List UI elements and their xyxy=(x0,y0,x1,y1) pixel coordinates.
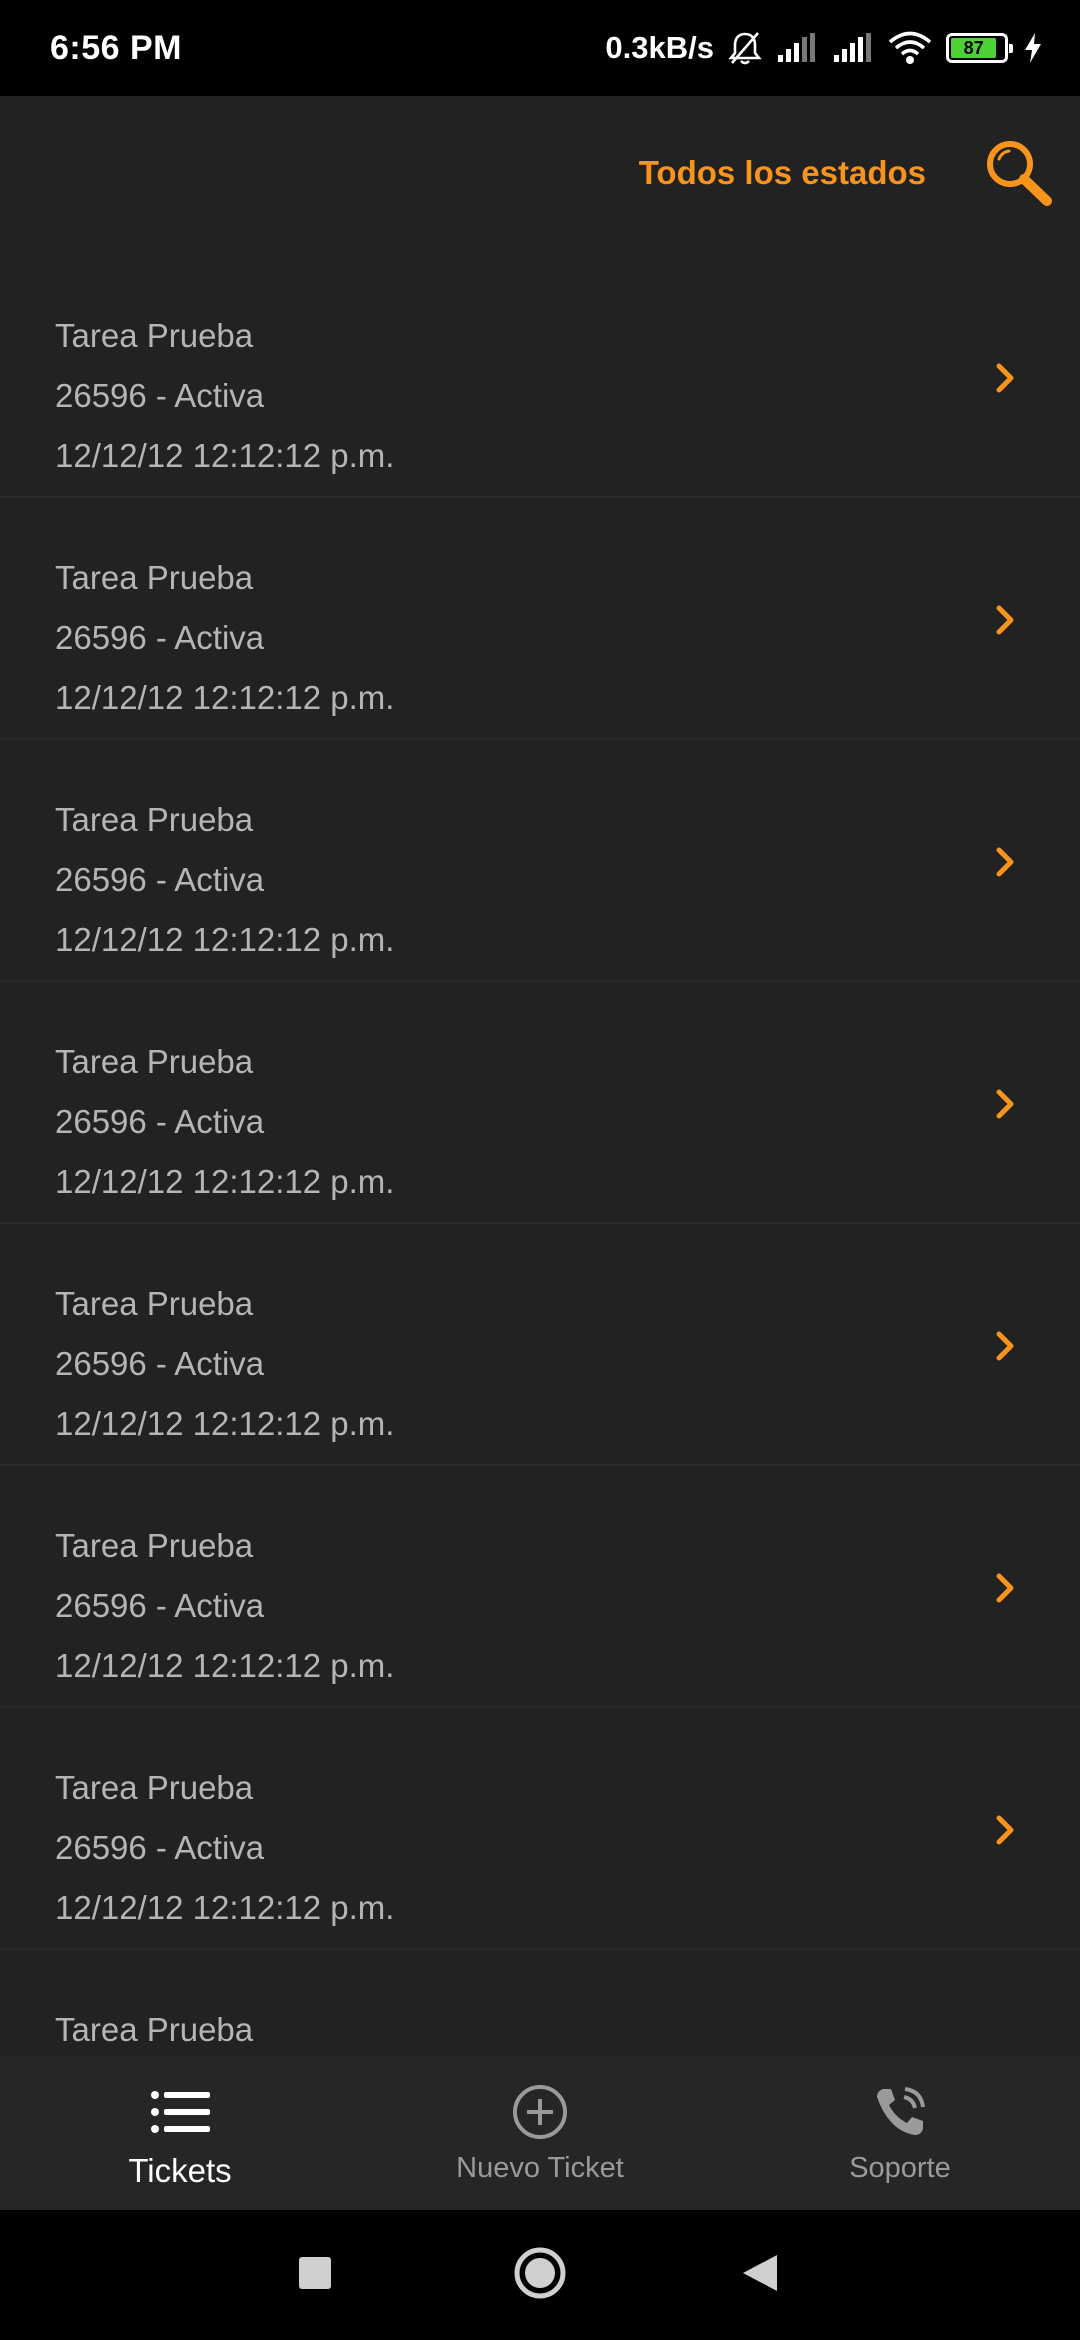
status-bar: 6:56 PM 0.3kB/s 87 xyxy=(0,0,1080,96)
chevron-right-icon xyxy=(996,1815,1014,1845)
ticket-id-status: 26596 - Activa xyxy=(55,619,265,656)
chevron-right-icon xyxy=(996,605,1014,635)
phone-call-icon xyxy=(868,2080,932,2144)
chevron-right-icon xyxy=(996,847,1014,877)
ticket-datetime: 12/12/12 12:12:12 p.m. xyxy=(55,1405,395,1442)
ticket-title: Tarea Prueba xyxy=(55,559,254,596)
recent-apps-button[interactable] xyxy=(255,2210,375,2340)
signal-icon xyxy=(832,33,874,63)
ticket-datetime: 12/12/12 12:12:12 p.m. xyxy=(55,437,395,474)
ticket-datetime: 12/12/12 12:12:12 p.m. xyxy=(55,921,395,958)
ticket-title: Tarea Prueba xyxy=(55,317,254,354)
ticket-id-status: 26596 - Activa xyxy=(55,1345,265,1382)
home-button[interactable] xyxy=(480,2210,600,2340)
ticket-datetime: 12/12/12 12:12:12 p.m. xyxy=(55,1889,395,1926)
chevron-right-icon xyxy=(996,1331,1014,1361)
ticket-row[interactable]: Tarea Prueba 26596 - Activa 12/12/12 12:… xyxy=(0,982,1080,1224)
search-button[interactable] xyxy=(980,136,1056,212)
circle-icon xyxy=(513,2246,567,2305)
ticket-row[interactable]: Tarea Prueba 26596 - Activa 12/12/12 12:… xyxy=(0,740,1080,982)
battery-icon: 87 xyxy=(946,33,1013,63)
charging-icon xyxy=(1022,32,1044,64)
nav-new-ticket-label: Nuevo Ticket xyxy=(456,2152,624,2184)
chevron-right-icon xyxy=(996,1573,1014,1603)
status-icons: 0.3kB/s 87 xyxy=(605,30,1044,66)
ticket-datetime: 12/12/12 12:12:12 p.m. xyxy=(55,679,395,716)
ticket-row[interactable]: Tarea Prueba 26596 - Activa 12/12/12 12:… xyxy=(0,1708,1080,1950)
ticket-id-status: 26596 - Activa xyxy=(55,1587,265,1624)
ticket-title: Tarea Prueba xyxy=(55,1043,254,1080)
bell-off-icon xyxy=(728,30,762,66)
wifi-icon xyxy=(888,31,932,65)
ticket-row[interactable]: Tarea Prueba 26596 - Activa 12/12/12 12:… xyxy=(0,1466,1080,1708)
ticket-row[interactable]: Tarea Prueba xyxy=(0,1950,1080,2056)
nav-new-ticket[interactable]: Nuevo Ticket xyxy=(360,2056,720,2210)
back-button[interactable] xyxy=(700,2210,820,2340)
nav-support-label: Soporte xyxy=(849,2152,951,2184)
ticket-datetime: 12/12/12 12:12:12 p.m. xyxy=(55,1647,395,1684)
ticket-row[interactable]: Tarea Prueba 26596 - Activa 12/12/12 12:… xyxy=(0,1224,1080,1466)
ticket-list[interactable]: Tarea Prueba 26596 - Activa 12/12/12 12:… xyxy=(0,256,1080,2056)
ticket-id-status: 26596 - Activa xyxy=(55,1103,265,1140)
system-navigation-bar xyxy=(0,2210,1080,2340)
status-time: 6:56 PM xyxy=(50,28,182,67)
ticket-title: Tarea Prueba xyxy=(55,1527,254,1564)
add-circle-icon xyxy=(508,2080,572,2144)
ticket-title: Tarea Prueba xyxy=(55,2011,254,2048)
ticket-id-status: 26596 - Activa xyxy=(55,861,265,898)
ticket-datetime: 12/12/12 12:12:12 p.m. xyxy=(55,1163,395,1200)
square-icon xyxy=(298,2256,332,2295)
bottom-navigation: Tickets Nuevo Ticket Soporte xyxy=(0,2056,1080,2210)
app-screen: 6:56 PM 0.3kB/s 87 Todos los estados Tar… xyxy=(0,0,1080,2340)
chevron-right-icon xyxy=(996,1089,1014,1119)
network-speed: 0.3kB/s xyxy=(605,30,714,65)
nav-tickets-label: Tickets xyxy=(128,2152,232,2189)
ticket-title: Tarea Prueba xyxy=(55,1285,254,1322)
status-filter-button[interactable]: Todos los estados xyxy=(639,154,926,192)
signal-icon xyxy=(776,33,818,63)
ticket-row[interactable]: Tarea Prueba 26596 - Activa 12/12/12 12:… xyxy=(0,256,1080,498)
list-icon xyxy=(148,2080,212,2144)
chevron-right-icon xyxy=(996,363,1014,393)
search-icon xyxy=(981,135,1055,214)
nav-tickets[interactable]: Tickets xyxy=(0,2056,360,2210)
triangle-back-icon xyxy=(741,2253,779,2298)
top-bar: Todos los estados xyxy=(0,96,1080,256)
battery-level: 87 xyxy=(951,38,997,58)
ticket-title: Tarea Prueba xyxy=(55,1769,254,1806)
ticket-title: Tarea Prueba xyxy=(55,801,254,838)
nav-support[interactable]: Soporte xyxy=(720,2056,1080,2210)
ticket-row[interactable]: Tarea Prueba 26596 - Activa 12/12/12 12:… xyxy=(0,498,1080,740)
ticket-id-status: 26596 - Activa xyxy=(55,1829,265,1866)
ticket-id-status: 26596 - Activa xyxy=(55,377,265,414)
